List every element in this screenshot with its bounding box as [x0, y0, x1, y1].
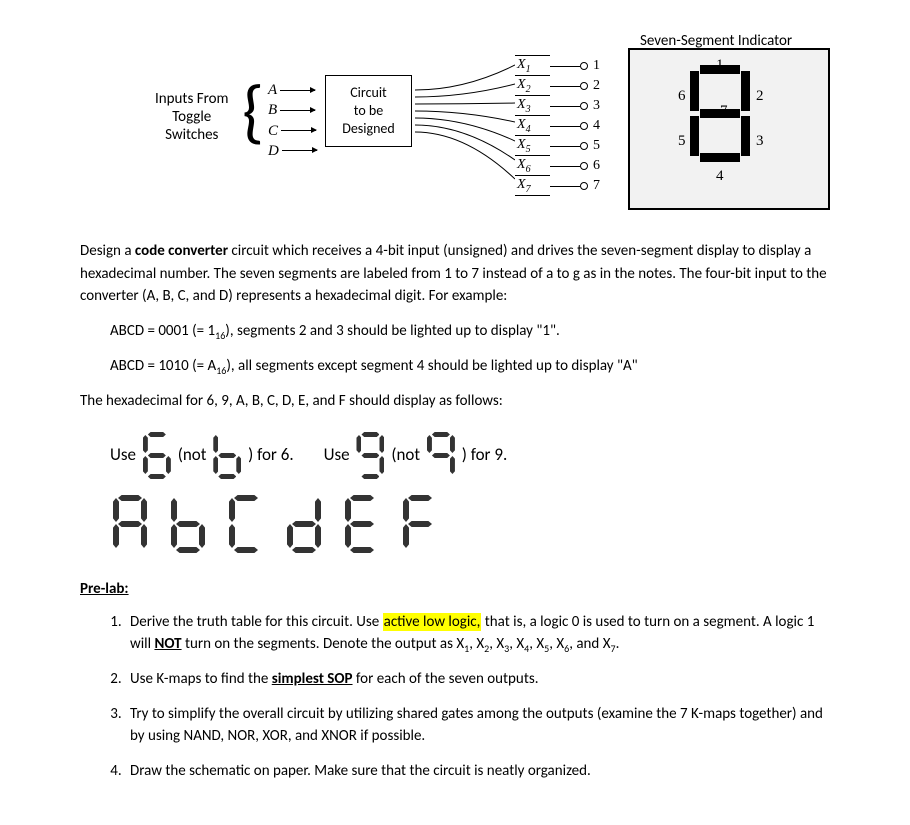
example-1: ABCD = 0001 (= 116), segments 2 and 3 sh…: [110, 320, 830, 343]
paragraph-hex: The hexadecimal for 6, 9, A, B, C, D, E,…: [80, 390, 830, 413]
circuit-box: Circuitto beDesigned: [325, 75, 412, 147]
digit-d: [287, 495, 321, 553]
digit-9-correct: [356, 432, 384, 480]
digit-9-wrong: [427, 432, 455, 480]
brace-icon: {: [242, 82, 264, 142]
seven-segment-indicator: 1 2 3 4 5 6 7: [628, 48, 830, 210]
example-2: ABCD = 1010 (= A16), all segments except…: [110, 355, 830, 378]
digit-6-wrong: [213, 432, 241, 480]
list-item: Derive the truth table for this circuit.…: [125, 611, 830, 657]
digit-C: [229, 495, 263, 553]
digit-F: [403, 495, 437, 553]
prelab-list: Derive the truth table for this circuit.…: [80, 611, 830, 783]
inputs-from-label: Inputs FromToggleSwitches: [155, 90, 228, 144]
prelab-heading: Pre-lab:: [80, 578, 830, 601]
hex-letters-row: [110, 495, 830, 553]
paragraph-intro: Design a code converter circuit which re…: [80, 240, 830, 308]
digit-examples: Use (not ) for 6. Use (not ) for 9.: [110, 432, 830, 480]
digit-A: [113, 495, 147, 553]
wires-icon: [415, 55, 515, 205]
list-item: Use K-maps to find the simplest SOP for …: [125, 668, 830, 691]
digit-b: [171, 495, 205, 553]
circuit-diagram: Seven-Segment Indicator Inputs FromToggl…: [80, 30, 830, 210]
input-letters: A B C D: [268, 80, 317, 161]
highlight-active-low: active low logic,: [383, 613, 482, 631]
digit-6-correct: [143, 432, 171, 480]
list-item: Try to simplify the overall circuit by u…: [125, 703, 830, 748]
digit-E: [345, 495, 379, 553]
output-labels: X11 X22 X33 X44 X55 X66 X77: [515, 55, 550, 196]
list-item: Draw the schematic on paper. Make sure t…: [125, 760, 830, 783]
